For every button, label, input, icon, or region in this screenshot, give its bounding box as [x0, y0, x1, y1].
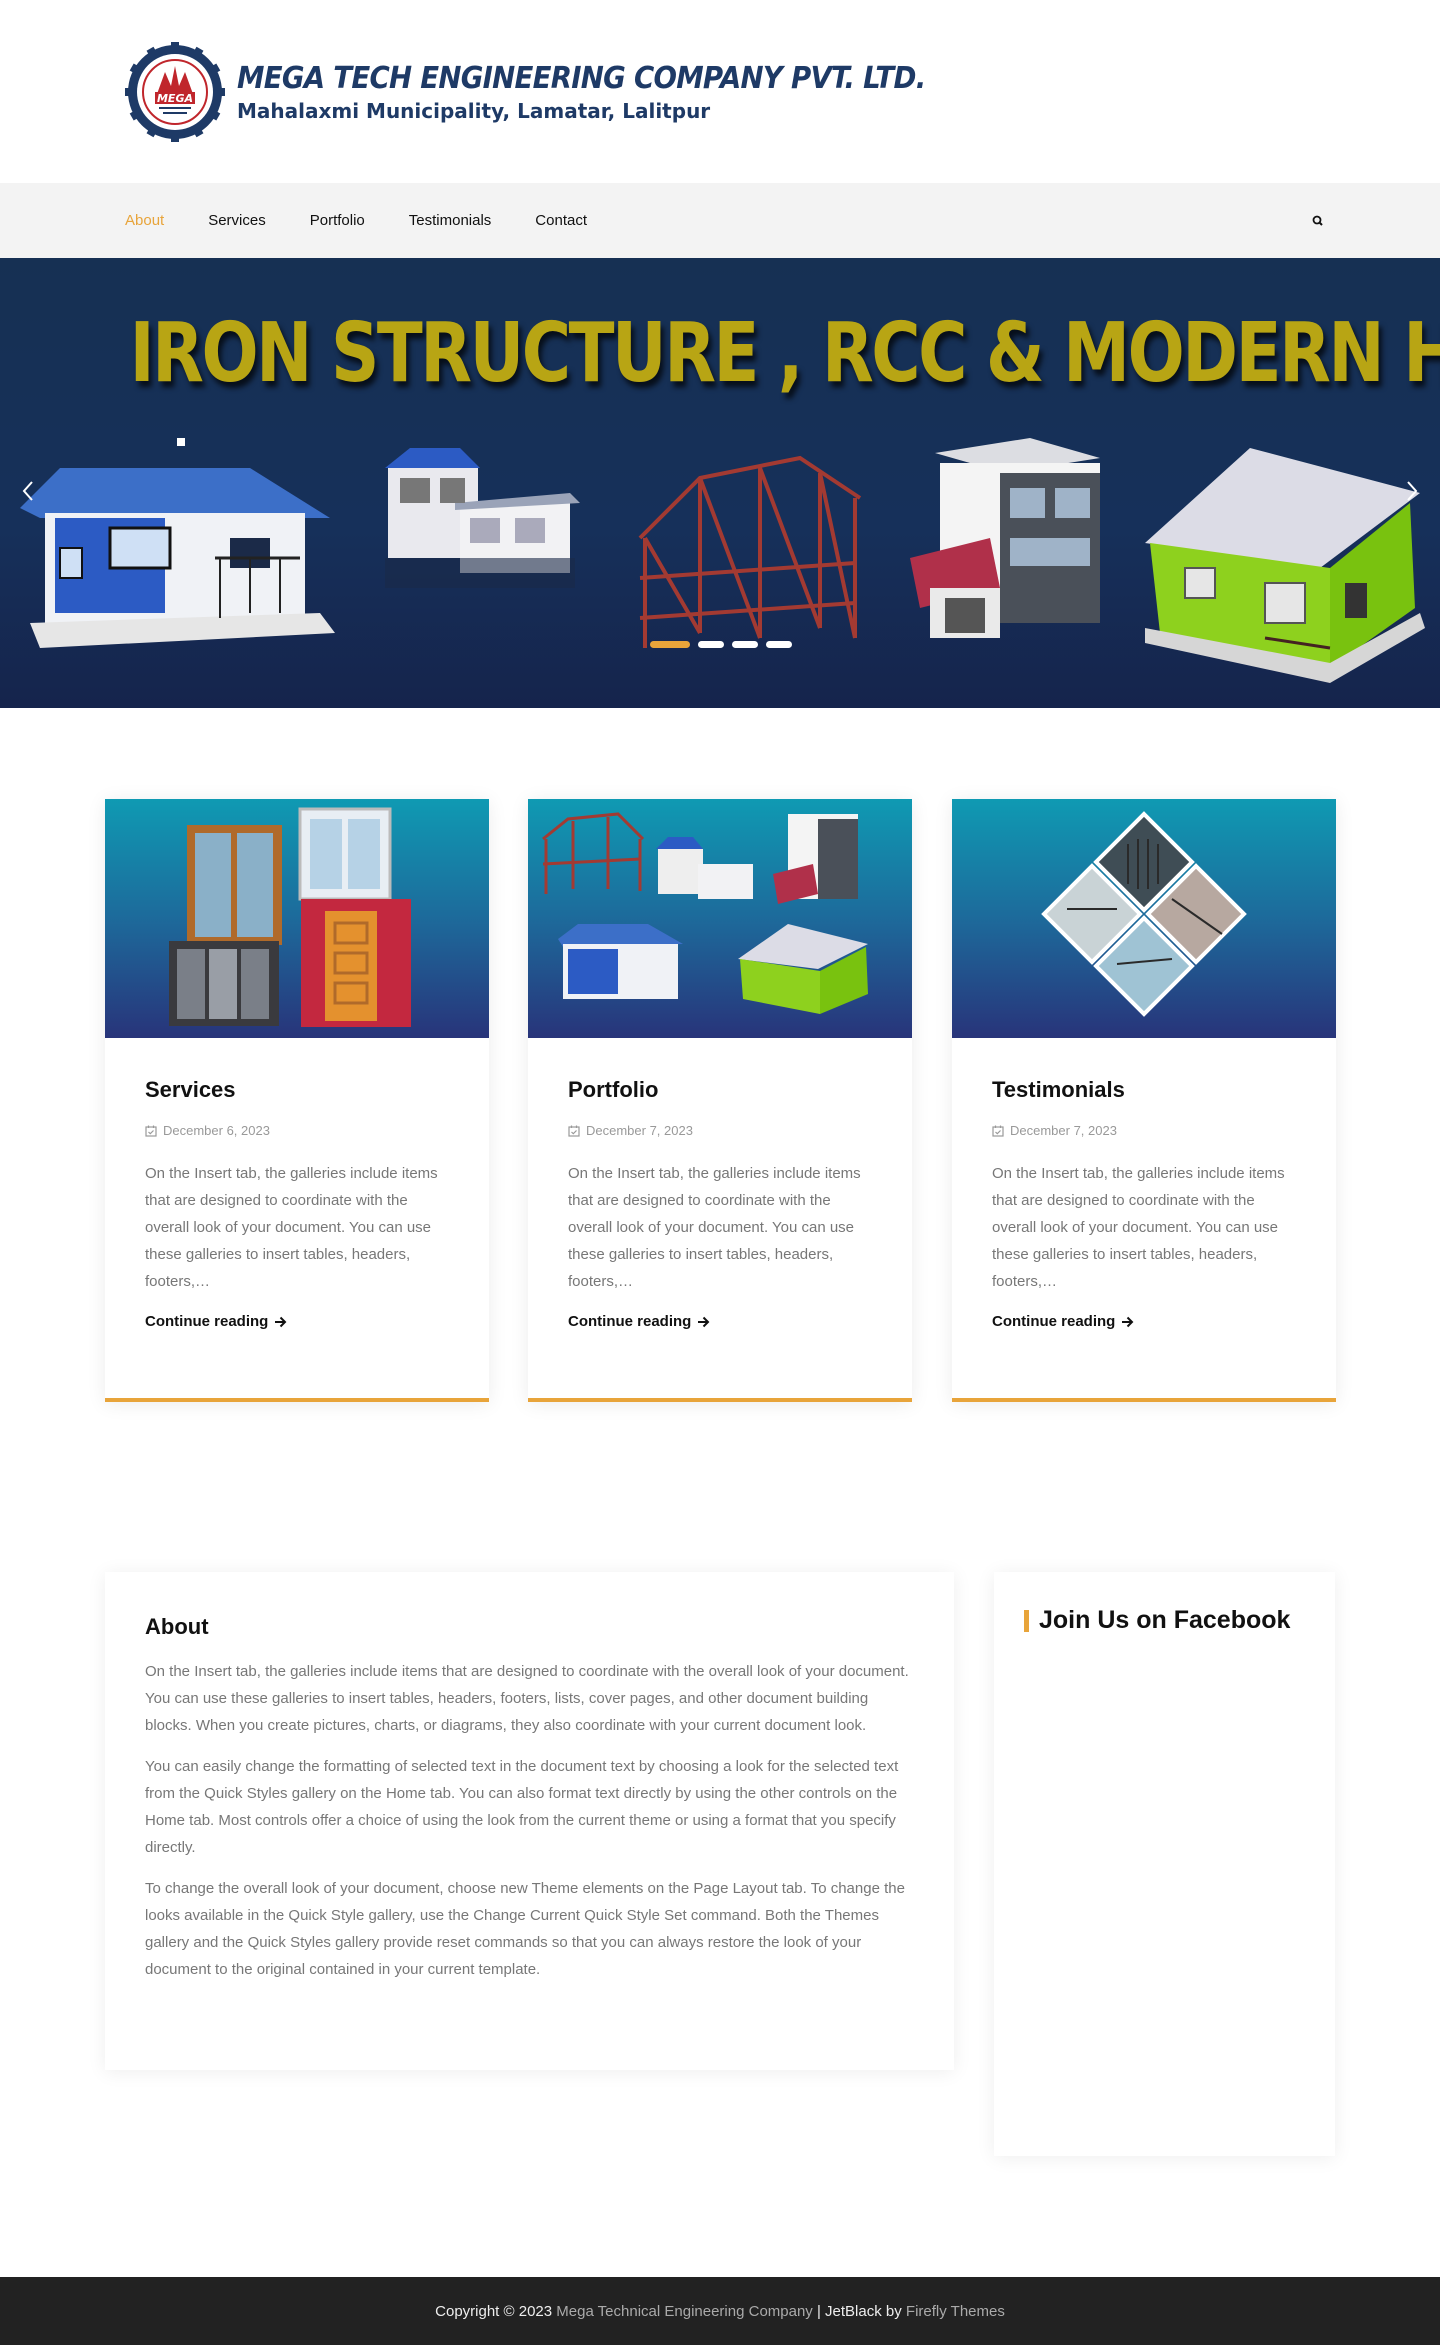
about-title: About: [145, 1614, 209, 1639]
post-date-text: December 7, 2023: [1010, 1123, 1117, 1138]
slider-dot-1[interactable]: [650, 641, 690, 648]
calendar-icon: [568, 1125, 580, 1137]
iron-structure-illustration: [638, 455, 862, 648]
post-card-image[interactable]: [952, 799, 1336, 1038]
search-button[interactable]: [1308, 211, 1328, 231]
continue-reading-link[interactable]: Continue reading: [992, 1313, 1296, 1330]
about-section: About On the Insert tab, the galleries i…: [105, 1572, 954, 2070]
modern-house-illustration: [910, 438, 1100, 638]
post-card-excerpt: On the Insert tab, the galleries include…: [992, 1165, 1285, 1290]
chevron-left-icon: [22, 481, 33, 501]
green-house-illustration: [1145, 448, 1425, 683]
slider-dot-2[interactable]: [698, 641, 724, 648]
facebook-widget-title-text: Join Us on Facebook: [1039, 1606, 1291, 1634]
white-house-illustration: [385, 448, 580, 588]
buildings-collage-image: [542, 812, 868, 1014]
site-footer: Copyright © 2023 Mega Technical Engineer…: [0, 2277, 1440, 2345]
continue-reading-label: Continue reading: [145, 1313, 269, 1330]
post-card-date[interactable]: December 7, 2023: [568, 1123, 872, 1138]
title-accent-bar: [1024, 1609, 1029, 1632]
post-card-services: Services December 6, 2023 On the Insert …: [105, 799, 489, 1402]
company-name: MEGA TECH ENGINEERING COMPANY PVT. LTD.: [237, 61, 926, 96]
company-emblem: MEGA: [125, 42, 225, 142]
post-card-testimonials: Testimonials December 7, 2023 On the Ins…: [952, 799, 1336, 1402]
footer-credit-text: | JetBlack by: [812, 2302, 906, 2320]
nav-menu: About Services Portfolio Testimonials Co…: [103, 183, 609, 258]
nav-item-services[interactable]: Services: [186, 212, 288, 229]
continue-reading-link[interactable]: Continue reading: [568, 1313, 872, 1330]
nav-item-testimonials[interactable]: Testimonials: [387, 212, 514, 229]
hero-buildings-image: [20, 438, 1425, 683]
about-paragraph: To change the overall look of your docum…: [145, 1880, 905, 1978]
calendar-icon: [992, 1125, 1004, 1137]
windows-doors-image: [169, 807, 411, 1027]
footer-company-link[interactable]: Mega Technical Engineering Company: [556, 2303, 813, 2320]
slider-dot-4[interactable]: [766, 641, 792, 648]
calendar-icon: [145, 1125, 157, 1137]
footer-theme-link[interactable]: Firefly Themes: [906, 2303, 1005, 2320]
main-navigation: About Services Portfolio Testimonials Co…: [0, 183, 1440, 258]
post-date-text: December 6, 2023: [163, 1123, 270, 1138]
copyright-prefix: Copyright © 2023: [435, 2302, 557, 2320]
emblem-text: MEGA: [157, 92, 193, 105]
post-card-title[interactable]: Portfolio: [568, 1077, 872, 1103]
continue-reading-label: Continue reading: [568, 1313, 692, 1330]
post-card-date[interactable]: December 6, 2023: [145, 1123, 449, 1138]
about-paragraph: You can easily change the formatting of …: [145, 1758, 899, 1856]
post-card-excerpt: On the Insert tab, the galleries include…: [568, 1165, 861, 1290]
continue-reading-link[interactable]: Continue reading: [145, 1313, 449, 1330]
post-card-excerpt: On the Insert tab, the galleries include…: [145, 1165, 438, 1290]
nav-item-contact[interactable]: Contact: [513, 212, 609, 229]
nav-item-about[interactable]: About: [103, 212, 186, 229]
continue-reading-label: Continue reading: [992, 1313, 1116, 1330]
chevron-right-icon: [1407, 481, 1418, 501]
hero-slider: IRON STRUCTURE , RCC & MODERN HOUSE: [0, 258, 1440, 708]
slider-next-button[interactable]: [1400, 476, 1424, 506]
facebook-widget: Join Us on Facebook: [994, 1572, 1335, 2156]
slider-dot-3[interactable]: [732, 641, 758, 648]
post-card-image[interactable]: [105, 799, 489, 1038]
site-logo[interactable]: MEGA MEGA TECH ENGINEERING COMPANY PVT. …: [125, 42, 985, 142]
about-paragraph: On the Insert tab, the galleries include…: [145, 1663, 909, 1734]
nav-item-portfolio[interactable]: Portfolio: [288, 212, 387, 229]
railings-diamond-image: [1041, 811, 1247, 1017]
blue-house-illustration: [20, 468, 335, 648]
slider-prev-button[interactable]: [16, 476, 40, 506]
company-address: Mahalaxmi Municipality, Lamatar, Lalitpu…: [237, 99, 711, 123]
post-card-portfolio: Portfolio December 7, 2023 On the Insert…: [528, 799, 912, 1402]
site-header: MEGA MEGA TECH ENGINEERING COMPANY PVT. …: [0, 0, 1440, 183]
post-card-date[interactable]: December 7, 2023: [992, 1123, 1296, 1138]
post-date-text: December 7, 2023: [586, 1123, 693, 1138]
arrow-right-icon: [698, 1316, 710, 1327]
search-icon: [1312, 215, 1323, 226]
arrow-right-icon: [1122, 1316, 1134, 1327]
post-card-title[interactable]: Services: [145, 1077, 449, 1103]
arrow-right-icon: [275, 1316, 287, 1327]
hero-headline: IRON STRUCTURE , RCC & MODERN HOUSE: [129, 306, 1440, 401]
facebook-widget-title: Join Us on Facebook: [1024, 1606, 1305, 1635]
post-card-image[interactable]: [528, 799, 912, 1038]
post-card-title[interactable]: Testimonials: [992, 1077, 1296, 1103]
slider-pagination: [650, 641, 792, 648]
